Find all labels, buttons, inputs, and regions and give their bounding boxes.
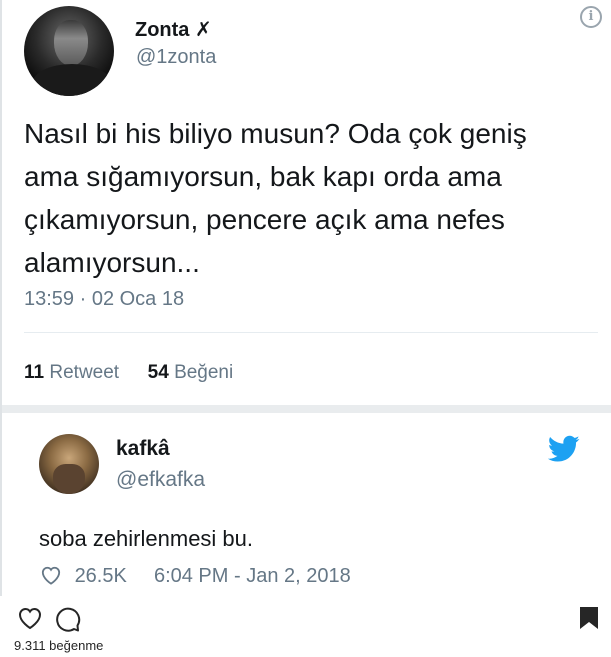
- like-count: 54: [147, 362, 169, 383]
- handle[interactable]: @1zonta: [136, 46, 216, 69]
- handle[interactable]: @efkafka: [116, 468, 205, 492]
- heart-icon[interactable]: [17, 606, 43, 630]
- separator: [2, 405, 611, 413]
- avatar-shoulder: [32, 64, 112, 96]
- like-label[interactable]: Beğeni: [174, 362, 233, 383]
- tweet-card-kafka: kafkâ @efkafka soba zehirlenmesi bu. 26.…: [2, 413, 611, 596]
- retweet-label[interactable]: Retweet: [49, 362, 119, 383]
- display-name[interactable]: kafkâ: [116, 437, 170, 461]
- likes-count[interactable]: 9.311 beğenme: [14, 638, 103, 653]
- retweet-count: 11: [24, 362, 45, 383]
- display-name[interactable]: Zonta ✗: [135, 17, 212, 42]
- avatar-face: [54, 20, 88, 66]
- tweet-text: soba zehirlenmesi bu.: [39, 526, 254, 551]
- bookmark-icon[interactable]: [579, 606, 599, 630]
- heart-outline-icon[interactable]: [39, 565, 63, 585]
- info-icon[interactable]: i: [580, 6, 602, 28]
- tweet-stats: 11 Retweet 54 Beğeni: [24, 362, 233, 384]
- tweet-text: Nasıl bi his biliyo musun? Oda çok geniş…: [24, 118, 527, 278]
- comment-icon[interactable]: [55, 606, 81, 632]
- name-mark: ✗: [195, 19, 212, 41]
- avatar[interactable]: [39, 434, 99, 494]
- twitter-bird-icon[interactable]: [548, 435, 580, 463]
- post-image: Zonta ✗ @1zonta i Nasıl bi his biliyo mu…: [0, 0, 611, 596]
- divider: [24, 332, 598, 333]
- tweet-timestamp[interactable]: 6:04 PM - Jan 2, 2018: [154, 565, 351, 587]
- avatar-beard: [53, 464, 85, 494]
- tweet-timestamp[interactable]: 13:59 · 02 Oca 18: [24, 288, 184, 311]
- tweet-card-zonta: Zonta ✗ @1zonta i Nasıl bi his biliyo mu…: [2, 0, 611, 405]
- display-name-text: Zonta: [135, 19, 190, 41]
- avatar[interactable]: [24, 6, 114, 96]
- like-count: 26.5K: [74, 565, 127, 587]
- post-actions-bar: 9.311 beğenme: [0, 596, 611, 657]
- tweet-footer: 26.5K 6:04 PM - Jan 2, 2018: [39, 565, 351, 588]
